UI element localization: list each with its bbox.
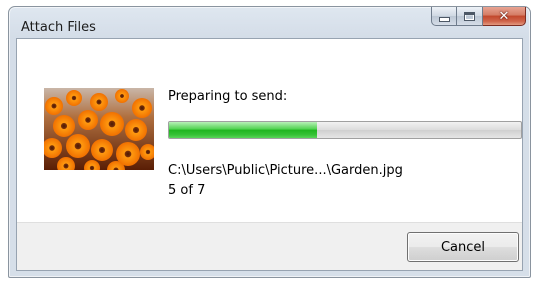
cancel-button[interactable]: Cancel (407, 232, 519, 262)
file-path: C:\Users\Public\Picture...\Garden.jpg (168, 163, 403, 178)
progress-fill (169, 122, 317, 138)
close-button[interactable]: ✕ (483, 7, 526, 26)
close-icon: ✕ (498, 8, 510, 24)
caption-buttons: ✕ (431, 7, 526, 27)
status-text: Preparing to send: (168, 89, 288, 104)
file-count: 5 of 7 (168, 183, 206, 198)
window-title: Attach Files (21, 20, 96, 35)
dialog-body: Preparing to send: C:\Users\Public\Pictu… (16, 38, 523, 271)
maximize-icon (464, 11, 475, 21)
minimize-icon (438, 16, 450, 22)
maximize-button[interactable] (457, 7, 483, 26)
attach-files-dialog: Attach Files ✕ Preparing to send: C:\Use… (8, 6, 531, 278)
minimize-button[interactable] (431, 7, 457, 26)
image-thumbnail (44, 88, 154, 170)
progress-bar (168, 121, 522, 139)
